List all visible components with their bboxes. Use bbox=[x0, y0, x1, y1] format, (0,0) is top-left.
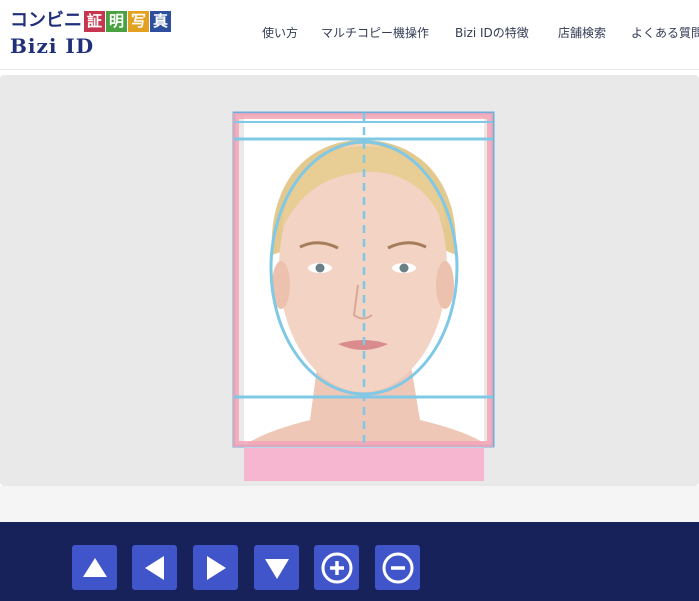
left-iris bbox=[315, 263, 325, 273]
move-left-button[interactable] bbox=[132, 545, 177, 590]
move-right-button[interactable] bbox=[193, 545, 238, 590]
arrow-up-icon bbox=[82, 557, 107, 577]
move-down-button[interactable] bbox=[254, 545, 299, 590]
right-ear bbox=[436, 261, 454, 309]
zoom-in-button[interactable] bbox=[314, 545, 359, 590]
zoom-out-button[interactable] bbox=[375, 545, 420, 590]
zoom-out-icon bbox=[382, 552, 413, 583]
arrow-down-icon bbox=[264, 558, 289, 579]
arrow-right-icon bbox=[206, 555, 226, 580]
photo-overlay[interactable] bbox=[0, 0, 699, 601]
right-iris bbox=[399, 263, 409, 273]
move-up-button[interactable] bbox=[72, 545, 117, 590]
zoom-in-icon bbox=[321, 552, 352, 583]
arrow-left-icon bbox=[144, 555, 164, 580]
